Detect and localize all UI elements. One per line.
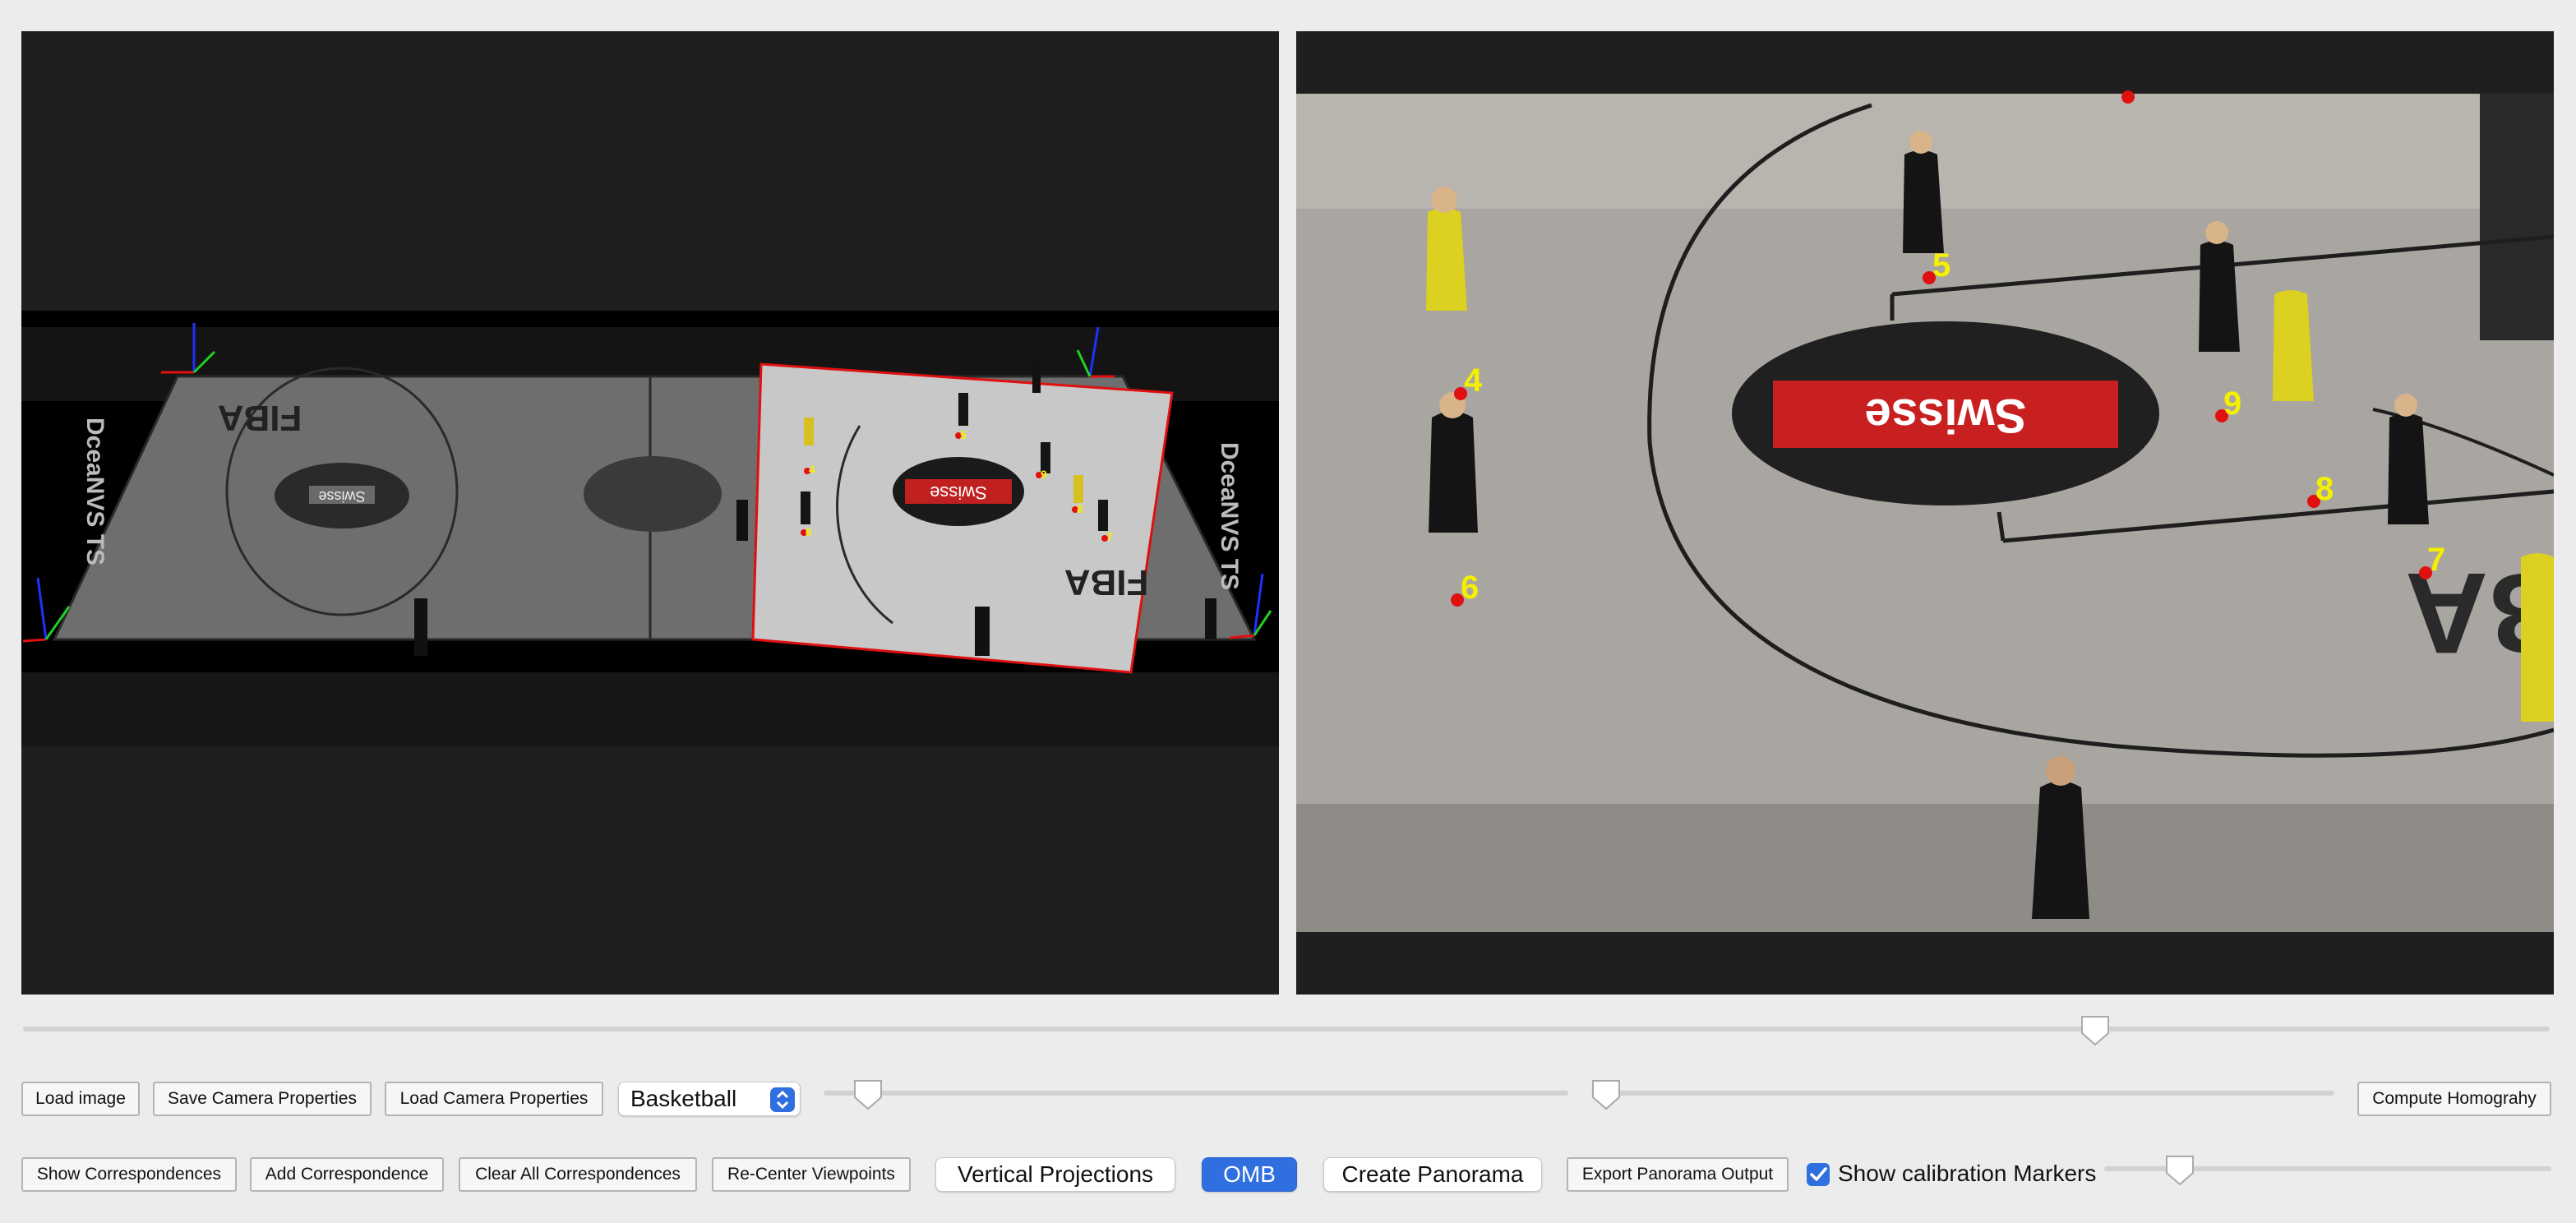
vertical-projections-button[interactable]: Vertical Projections: [935, 1157, 1175, 1192]
left-side-board-right-text: DceaNVS TS: [1216, 442, 1243, 590]
save-camera-properties-button[interactable]: Save Camera Properties: [153, 1082, 372, 1116]
right-marker-5: 5: [1932, 247, 1950, 284]
slider-thumb-icon: [1592, 1080, 1621, 1110]
slider-b[interactable]: [1591, 1080, 2334, 1110]
right-marker-6: 6: [1461, 570, 1479, 606]
show-markers-label: Show calibration Markers: [1838, 1161, 2097, 1186]
main-timeline-slider[interactable]: [23, 1016, 2550, 1046]
left-viewport[interactable]: Swisse FIBA DceaNVS TS Swisse FIBA DceaN…: [21, 31, 1279, 995]
slider-thumb-icon: [2080, 1016, 2109, 1046]
show-correspondences-button[interactable]: Show Correspondences: [21, 1157, 237, 1192]
clear-all-correspondences-button[interactable]: Clear All Correspondences: [459, 1157, 697, 1192]
right-marker-9: 9: [2223, 385, 2241, 422]
slider-thumb-icon: [854, 1080, 883, 1110]
create-panorama-button[interactable]: Create Panorama: [1323, 1157, 1542, 1192]
left-fiba-text: FIBA: [218, 398, 302, 438]
left-fiba-right-text: FIBA: [1064, 562, 1149, 602]
left-marker-8: 8: [1077, 502, 1083, 515]
right-marker-8: 8: [2315, 471, 2334, 507]
left-marker-4: 4: [809, 463, 815, 476]
left-court-image[interactable]: Swisse FIBA DceaNVS TS Swisse FIBA DceaN…: [21, 31, 1279, 995]
marker-size-slider[interactable]: [2104, 1156, 2551, 1186]
slider-thumb-icon: [2166, 1156, 2195, 1186]
omb-button[interactable]: OMB: [1202, 1157, 1297, 1192]
left-marker-6: 6: [806, 525, 812, 538]
compute-homography-button[interactable]: Compute Homograhy: [2357, 1082, 2551, 1116]
load-image-button[interactable]: Load image: [21, 1082, 140, 1116]
checkmark-icon: [1810, 1167, 1827, 1181]
chevron-up-down-icon: [770, 1087, 795, 1112]
export-panorama-output-button[interactable]: Export Panorama Output: [1567, 1157, 1789, 1192]
sport-select-value: Basketball: [630, 1086, 737, 1111]
add-correspondence-button[interactable]: Add Correspondence: [250, 1157, 444, 1192]
right-viewport[interactable]: Swisse BA: [1296, 31, 2554, 995]
show-markers-checkbox[interactable]: [1807, 1163, 1830, 1186]
right-sponsor-logo-text: Swisse: [1865, 389, 2027, 442]
right-marker-7: 7: [2427, 542, 2445, 578]
recenter-viewpoints-button[interactable]: Re-Center Viewpoints: [712, 1157, 911, 1192]
right-court-image[interactable]: Swisse BA: [1296, 31, 2554, 995]
left-side-board-text: DceaNVS TS: [81, 418, 108, 565]
left-marker-5: 5: [960, 428, 967, 441]
left-highlight-logo-text: Swisse: [930, 482, 987, 503]
slider-a[interactable]: [824, 1080, 1568, 1110]
load-camera-properties-button[interactable]: Load Camera Properties: [385, 1082, 603, 1116]
left-marker-9: 9: [1041, 468, 1047, 481]
sport-select[interactable]: Basketball: [618, 1082, 801, 1116]
left-marker-7: 7: [1106, 530, 1113, 543]
left-sponsor-logo-text: Swisse: [318, 488, 365, 505]
right-marker-4: 4: [1464, 362, 1483, 399]
